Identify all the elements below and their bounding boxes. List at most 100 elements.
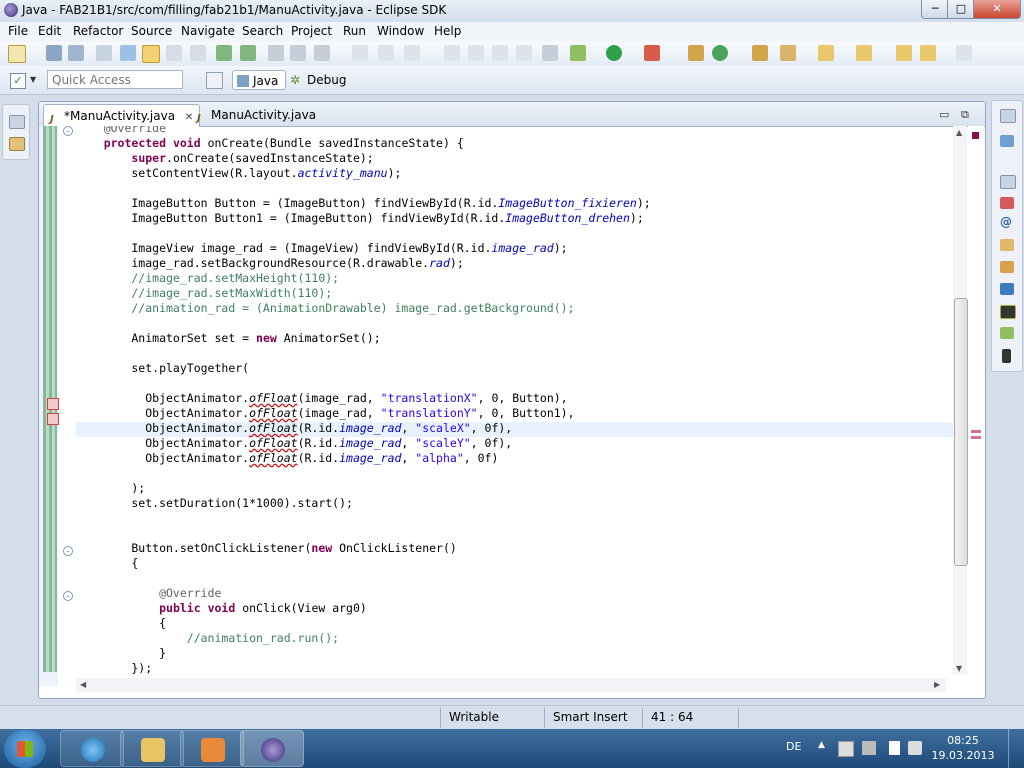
new-java-class-icon[interactable] — [712, 45, 728, 61]
android-sdk-icon[interactable] — [240, 45, 256, 61]
tray-expand-icon[interactable]: ▲ — [818, 740, 825, 750]
new-icon[interactable] — [8, 45, 26, 63]
menu-source[interactable]: Source — [131, 24, 172, 38]
language-indicator[interactable]: DE — [786, 740, 801, 753]
redo-icon[interactable] — [378, 45, 394, 61]
code-line[interactable]: ImageView image_rad = (ImageView) findVi… — [76, 241, 567, 256]
toggle-mark-icon[interactable] — [120, 45, 136, 61]
suspend-icon[interactable] — [468, 45, 484, 61]
perspective-debug[interactable]: ✲ Debug — [290, 70, 346, 90]
scroll-up-arrow-icon[interactable]: ▲ — [956, 128, 962, 137]
usb-icon[interactable] — [862, 741, 876, 755]
menu-edit[interactable]: Edit — [38, 24, 61, 38]
code-line[interactable]: protected void onCreate(Bundle savedInst… — [76, 136, 464, 151]
menu-search[interactable]: Search — [242, 24, 283, 38]
open-perspective-icon[interactable] — [206, 72, 223, 89]
error-overview-mark[interactable] — [971, 430, 981, 433]
code-line[interactable]: //animation_rad = (AnimationDrawable) im… — [76, 301, 574, 316]
checkbox-icon[interactable]: ✓ — [10, 73, 26, 89]
forward-icon[interactable] — [956, 45, 972, 61]
code-line[interactable]: public void onClick(View arg0) — [76, 601, 367, 616]
code-line[interactable]: }); — [76, 661, 152, 676]
volume-icon[interactable] — [908, 741, 922, 755]
disconnect-icon[interactable] — [516, 45, 532, 61]
code-line[interactable]: set.playTogether( — [76, 361, 249, 376]
open-type-icon[interactable] — [752, 45, 768, 61]
menu-file[interactable]: File — [8, 24, 28, 38]
code-line[interactable]: super.onCreate(savedInstanceState); — [76, 151, 373, 166]
resume-icon[interactable] — [444, 45, 460, 61]
emulator-icon[interactable] — [1002, 349, 1011, 363]
chevron-down-icon[interactable]: ▼ — [30, 75, 36, 84]
menu-navigate[interactable]: Navigate — [181, 24, 235, 38]
code-line[interactable]: ObjectAnimator.ofFloat(image_rad, "trans… — [76, 391, 567, 406]
console-icon[interactable] — [1000, 283, 1014, 295]
terminate-icon[interactable] — [492, 45, 508, 61]
new-java-project-icon[interactable] — [688, 45, 704, 61]
import-icon[interactable] — [216, 45, 232, 61]
fold-icon[interactable]: – — [63, 126, 73, 136]
quick-access-input[interactable] — [47, 70, 183, 89]
restore-icon[interactable] — [9, 115, 25, 129]
code-line[interactable]: Button.setOnClickListener(new OnClickLis… — [76, 541, 456, 556]
new-package-icon[interactable] — [290, 45, 306, 61]
debug-icon[interactable] — [570, 45, 586, 61]
last-edit-icon[interactable] — [896, 45, 912, 61]
code-line[interactable]: ObjectAnimator.ofFloat(image_rad, "trans… — [76, 406, 574, 421]
next-annotation-icon[interactable] — [818, 45, 834, 61]
vertical-scroll-thumb[interactable] — [954, 298, 968, 566]
error-marker-icon[interactable] — [47, 413, 59, 425]
menu-help[interactable]: Help — [434, 24, 461, 38]
search-view-icon[interactable] — [1000, 261, 1014, 273]
step-back-icon[interactable] — [404, 45, 420, 61]
start-button[interactable] — [4, 730, 46, 768]
code-line[interactable]: //image_rad.setMaxWidth(110); — [76, 286, 332, 301]
external-tools-icon[interactable] — [268, 45, 284, 61]
javadoc-icon[interactable]: @ — [1000, 215, 1012, 229]
error-marker-icon[interactable] — [47, 398, 59, 410]
problems-icon[interactable] — [1000, 197, 1014, 209]
skip-breakpoints-icon[interactable] — [542, 45, 558, 61]
declaration-icon[interactable] — [1000, 239, 1014, 251]
restore-icon[interactable] — [1000, 175, 1016, 189]
close-button[interactable]: ✕ — [973, 0, 1021, 19]
new-class-icon[interactable] — [314, 45, 330, 61]
previous-annotation-icon[interactable] — [856, 45, 872, 61]
perspective-java[interactable]: Java — [232, 70, 286, 90]
save-all-icon[interactable] — [68, 45, 84, 61]
devices-icon[interactable] — [1000, 327, 1014, 339]
menu-refactor[interactable]: Refactor — [73, 24, 123, 38]
code-text-area[interactable]: @Override protected void onCreate(Bundle… — [76, 126, 958, 676]
run-last-icon[interactable] — [644, 45, 660, 61]
outline-icon[interactable] — [1000, 135, 1014, 147]
code-line[interactable]: //image_rad.setMaxHeight(110); — [76, 271, 339, 286]
tab-manuactivity-dirty[interactable]: J *ManuActivity.java ✕ — [43, 104, 201, 127]
error-overview-icon[interactable] — [972, 132, 979, 139]
code-line[interactable]: @Override — [76, 126, 166, 136]
tab-manuactivity[interactable]: J ManuActivity.java — [191, 104, 322, 126]
code-line[interactable]: { — [76, 556, 138, 571]
restore-icon[interactable] — [1000, 109, 1016, 123]
code-line[interactable]: set.setDuration(1*1000).start(); — [76, 496, 353, 511]
menu-project[interactable]: Project — [291, 24, 332, 38]
error-overview-mark[interactable] — [971, 436, 981, 439]
code-line[interactable]: setContentView(R.layout.activity_manu); — [76, 166, 401, 181]
back-icon[interactable] — [920, 45, 936, 61]
taskbar-explorer[interactable] — [120, 730, 184, 767]
scroll-down-arrow-icon[interactable]: ▼ — [956, 664, 962, 673]
code-line[interactable]: ImageButton Button1 = (ImageButton) find… — [76, 211, 643, 226]
code-line[interactable]: @Override — [76, 586, 221, 601]
code-line[interactable]: ObjectAnimator.ofFloat(R.id.image_rad, "… — [76, 436, 512, 451]
highlight-icon[interactable] — [142, 45, 160, 63]
maximize-button[interactable]: □ — [947, 0, 975, 19]
network-icon[interactable] — [886, 741, 900, 755]
save-icon[interactable] — [46, 45, 62, 61]
taskbar-media-player[interactable] — [180, 730, 244, 767]
search-icon[interactable] — [780, 45, 796, 61]
action-center-icon[interactable] — [838, 741, 854, 757]
toggle-block-icon[interactable] — [166, 45, 182, 61]
fold-icon[interactable]: – — [63, 591, 73, 601]
code-line[interactable]: ObjectAnimator.ofFloat(R.id.image_rad, "… — [76, 421, 512, 436]
menu-window[interactable]: Window — [377, 24, 424, 38]
code-line[interactable]: { — [76, 616, 166, 631]
